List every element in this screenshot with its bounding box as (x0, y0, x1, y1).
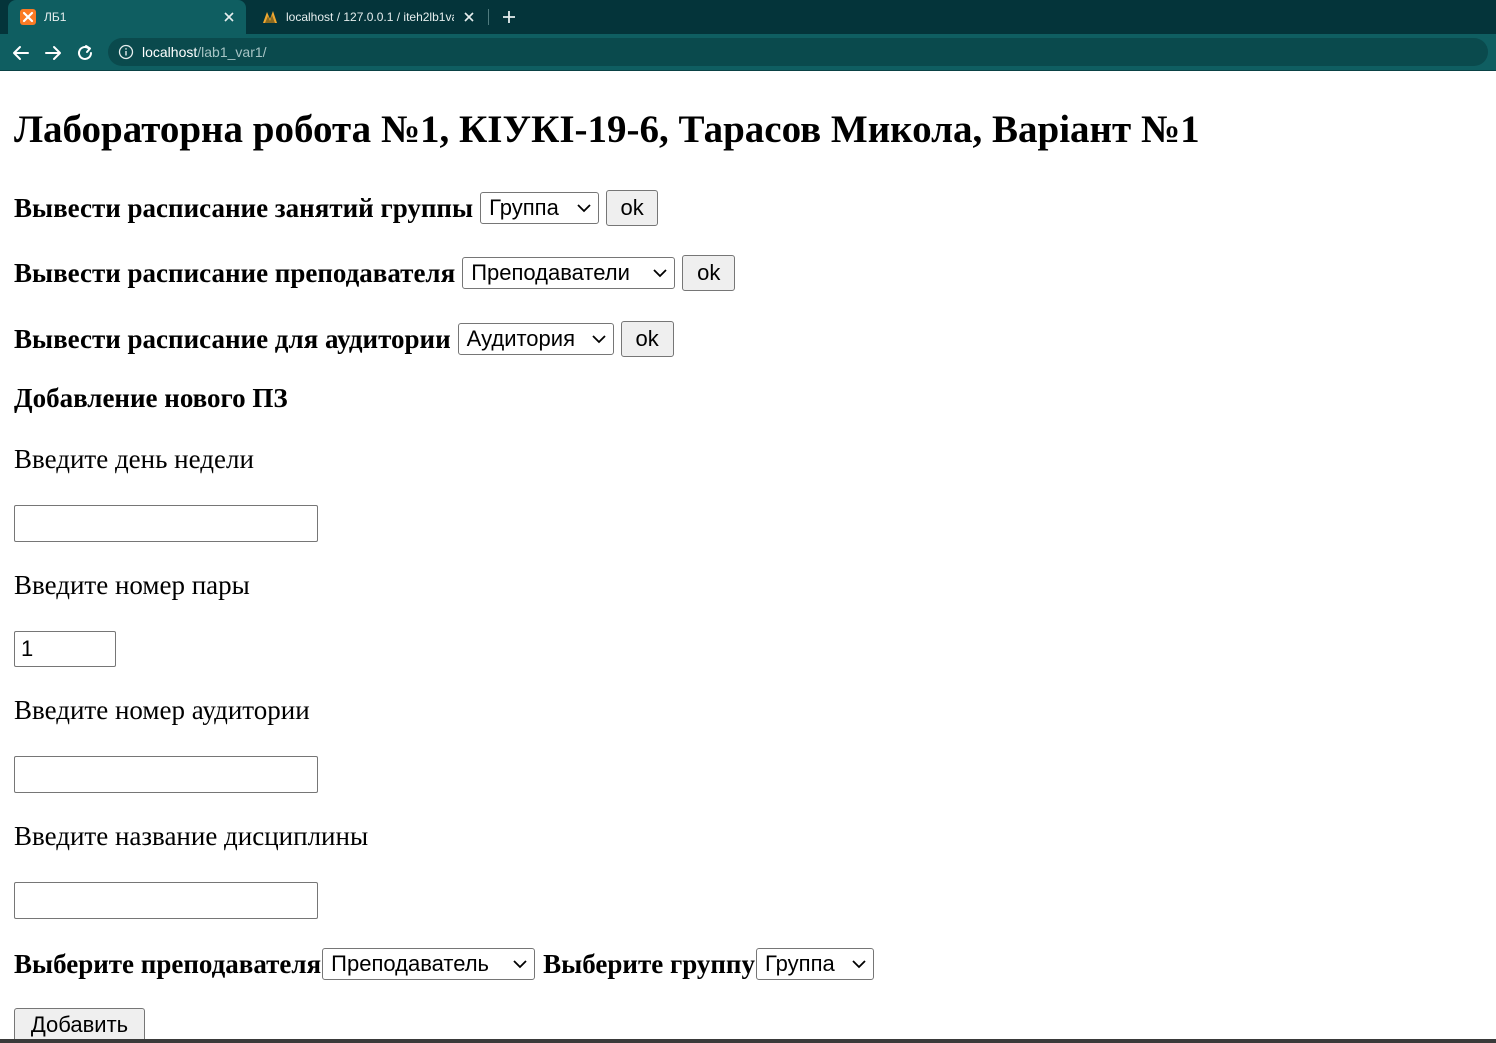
day-label: Введите день недели (14, 444, 254, 474)
browser-toolbar: localhost/lab1_var1/ (0, 34, 1496, 71)
add-teacher-select[interactable]: Преподаватель (322, 948, 536, 980)
choose-teacher-label: Выберите преподавателя (14, 948, 322, 979)
add-selects-row: Выберите преподавателя Преподаватель Выб… (14, 947, 874, 981)
bottom-edge (0, 1039, 1496, 1043)
address-bar[interactable]: localhost/lab1_var1/ (108, 38, 1488, 66)
choose-group-label: Выберите группу (543, 948, 755, 979)
chevron-down-icon (513, 960, 527, 969)
tab-separator (488, 9, 489, 25)
teacher-select[interactable]: Преподаватели (462, 257, 676, 289)
tab-phpmyadmin[interactable]: localhost / 127.0.0.1 / iteh2lb1var (250, 0, 486, 34)
discipline-input[interactable] (14, 882, 318, 919)
room-label: Введите номер аудитории (14, 695, 310, 725)
back-arrow-icon[interactable] (10, 42, 32, 64)
add-group-select[interactable]: Группа (756, 948, 874, 980)
group-schedule-label: Вывести расписание занятий группы (14, 192, 474, 223)
close-tab-icon[interactable] (220, 8, 238, 26)
teacher-schedule-row: Вывести расписание преподавателя Препода… (14, 254, 736, 292)
chevron-down-icon (592, 335, 606, 344)
chevron-down-icon (577, 204, 591, 213)
close-tab-icon[interactable] (460, 8, 478, 26)
room-schedule-label: Вывести расписание для аудитории (14, 323, 451, 354)
teacher-ok-button[interactable]: ok (682, 255, 736, 291)
reload-icon[interactable] (74, 42, 96, 64)
chevron-down-icon (852, 960, 866, 969)
page-title: Лабораторна робота №1, КІУКІ-19-6, Тарас… (14, 108, 1200, 151)
xampp-icon (20, 9, 36, 25)
new-tab-icon[interactable] (498, 6, 520, 28)
add-button[interactable]: Добавить (14, 1008, 145, 1042)
tab-lb1[interactable]: ЛБ1 (8, 0, 246, 34)
room-input[interactable] (14, 756, 318, 793)
add-section-heading: Добавление нового ПЗ (14, 383, 288, 413)
room-ok-button[interactable]: ok (620, 321, 674, 357)
forward-arrow-icon[interactable] (42, 42, 64, 64)
pair-label: Введите номер пары (14, 570, 250, 600)
room-select[interactable]: Аудитория (457, 323, 614, 355)
group-schedule-row: Вывести расписание занятий группы Группа… (14, 189, 659, 227)
tab-title: ЛБ1 (44, 10, 67, 24)
info-icon[interactable] (118, 44, 134, 60)
group-select[interactable]: Группа (480, 192, 600, 224)
tab-strip: ЛБ1 localhost / 127.0.0.1 / iteh2lb1var (0, 0, 1496, 34)
pair-number-input[interactable]: 1 (14, 631, 116, 667)
teacher-schedule-label: Вывести расписание преподавателя (14, 257, 456, 288)
day-input[interactable] (14, 505, 318, 542)
tab-title: localhost / 127.0.0.1 / iteh2lb1var (286, 10, 454, 24)
phpmyadmin-icon (263, 11, 277, 23)
room-schedule-row: Вывести расписание для аудитории Аудитор… (14, 320, 674, 358)
group-ok-button[interactable]: ok (606, 190, 659, 226)
address-url: localhost/lab1_var1/ (142, 44, 267, 60)
discipline-label: Введите название дисциплины (14, 821, 369, 851)
chevron-down-icon (653, 269, 667, 278)
